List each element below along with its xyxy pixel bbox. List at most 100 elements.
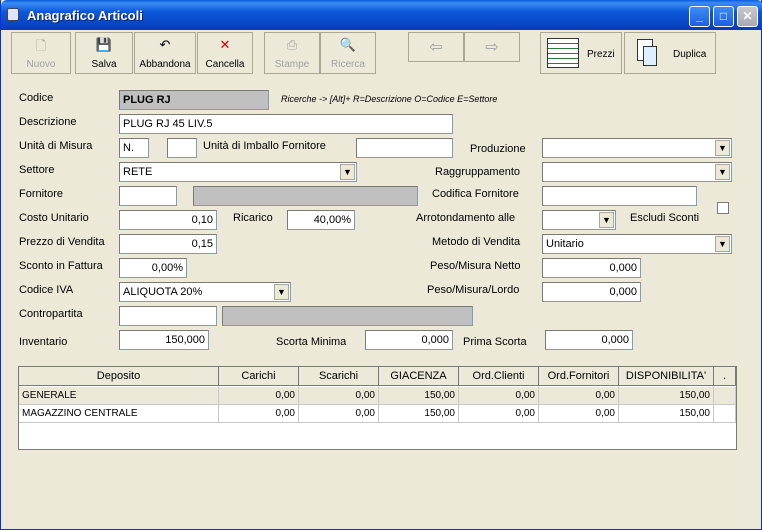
back-button[interactable]: ⇦ — [408, 32, 464, 62]
codice-iva-value: ALIQUOTA 20% — [123, 286, 203, 298]
codice-iva-label: Codice IVA — [19, 284, 74, 296]
table-cell[interactable]: 150,00 — [619, 405, 714, 423]
metodo-vendita-value: Unitario — [546, 238, 584, 250]
stampe-button[interactable]: ⎙ Stampe — [264, 32, 320, 74]
abbandona-button[interactable]: ↶ Abbandona — [134, 32, 196, 74]
table-cell[interactable]: GENERALE — [19, 387, 219, 405]
forward-button[interactable]: ⇨ — [464, 32, 520, 62]
app-icon — [7, 8, 19, 21]
unita-imballo-label: Unità di Imballo Fornitore — [203, 140, 326, 152]
fornitore-code-field[interactable] — [119, 186, 177, 206]
nuovo-button[interactable]: 🗋 Nuovo — [11, 32, 71, 74]
unita-imballo-field[interactable] — [356, 138, 453, 158]
inventario-label: Inventario — [19, 336, 68, 348]
table-cell[interactable]: 150,00 — [379, 387, 459, 405]
escludi-sconti-label: Escludi Sconti — [630, 212, 700, 224]
undo-icon: ↶ — [159, 37, 171, 52]
contropartita-label: Contropartita — [19, 308, 83, 320]
table-cell[interactable]: 0,00 — [299, 387, 379, 405]
peso-netto-field[interactable]: 0,000 — [542, 258, 641, 278]
prezzi-button[interactable]: Prezzi — [540, 32, 622, 74]
column-header[interactable]: Carichi — [219, 367, 299, 386]
column-header[interactable]: Ord.Clienti — [459, 367, 539, 386]
minimize-icon: _ — [696, 9, 703, 23]
unita-misura-field[interactable]: N. — [119, 138, 149, 158]
table-cell[interactable]: 0,00 — [539, 387, 619, 405]
codifica-fornitore-field[interactable] — [542, 186, 697, 206]
chevron-down-icon[interactable]: ▼ — [715, 164, 730, 180]
table-cell[interactable]: 0,00 — [459, 405, 539, 423]
ricerca-label: Ricerca — [331, 59, 365, 70]
chevron-down-icon[interactable]: ▼ — [599, 212, 614, 228]
ricerca-button[interactable]: 🔍 Ricerca — [320, 32, 376, 74]
table-cell[interactable] — [714, 405, 736, 423]
duplicate-icon — [637, 39, 657, 66]
fornitore-name-field — [193, 186, 418, 206]
codice-iva-select[interactable]: ALIQUOTA 20% ▼ — [119, 282, 291, 302]
codice-field[interactable]: PLUG RJ — [119, 90, 269, 110]
table-cell[interactable]: 0,00 — [539, 405, 619, 423]
peso-netto-label: Peso/Misura Netto — [430, 260, 521, 272]
maximize-button[interactable]: □ — [713, 6, 734, 27]
arrotondamento-select[interactable]: ▼ — [542, 210, 616, 230]
inventario-field[interactable]: 150,000 — [119, 330, 209, 350]
window-title: Anagrafico Articoli — [27, 8, 143, 23]
cancella-button[interactable]: ✕ Cancella — [197, 32, 253, 74]
duplica-button[interactable]: Duplica — [624, 32, 716, 74]
prezzo-vendita-label: Prezzo di Vendita — [19, 236, 105, 248]
sconto-fattura-field[interactable]: 0,00% — [119, 258, 187, 278]
codifica-fornitore-label: Codifica Fornitore — [432, 188, 519, 200]
prima-scorta-label: Prima Scorta — [463, 336, 527, 348]
column-header[interactable]: Deposito — [19, 367, 219, 386]
table-cell[interactable]: MAGAZZINO CENTRALE — [19, 405, 219, 423]
prezzi-label: Prezzi — [587, 49, 615, 60]
descrizione-field[interactable]: PLUG RJ 45 LIV.5 — [119, 114, 453, 134]
settore-select[interactable]: RETE ▼ — [119, 162, 357, 182]
table-cell[interactable]: 0,00 — [459, 387, 539, 405]
forward-arrow-icon: ⇨ — [485, 39, 499, 56]
table-cell[interactable] — [714, 387, 736, 405]
table-cell[interactable]: 150,00 — [379, 405, 459, 423]
ricarico-field[interactable]: 40,00% — [287, 210, 355, 230]
delete-icon: ✕ — [219, 37, 231, 52]
table-cell[interactable]: 0,00 — [299, 405, 379, 423]
table-cell[interactable]: 150,00 — [619, 387, 714, 405]
printer-icon: ⎙ — [286, 37, 298, 52]
column-header[interactable]: GIACENZA — [379, 367, 459, 386]
produzione-label: Produzione — [470, 143, 526, 155]
sconto-fattura-label: Sconto in Fattura — [19, 260, 103, 272]
column-header[interactable]: Scarichi — [299, 367, 379, 386]
deposit-table[interactable]: Deposito Carichi Scarichi GIACENZA Ord.C… — [18, 366, 737, 450]
unita-misura-extra-field[interactable] — [167, 138, 197, 158]
peso-lordo-field[interactable]: 0,000 — [542, 282, 641, 302]
search-hint: Ricerche -> [Alt]+ R=Descrizione O=Codic… — [281, 94, 498, 104]
column-header[interactable]: . — [714, 367, 736, 386]
metodo-vendita-select[interactable]: Unitario ▼ — [542, 234, 732, 254]
settore-value: RETE — [123, 166, 153, 178]
prezzo-vendita-field[interactable]: 0,15 — [119, 234, 217, 254]
raggruppamento-select[interactable]: ▼ — [542, 162, 732, 182]
produzione-select[interactable]: ▼ — [542, 138, 732, 158]
minimize-button[interactable]: _ — [689, 6, 710, 27]
duplicate-icon-copy — [643, 46, 657, 66]
column-header[interactable]: DISPONIBILITA' — [619, 367, 714, 386]
peso-lordo-label: Peso/Misura/Lordo — [427, 284, 520, 296]
chevron-down-icon[interactable]: ▼ — [274, 284, 289, 300]
prima-scorta-field[interactable]: 0,000 — [545, 330, 633, 350]
contropartita-code-field[interactable] — [119, 306, 217, 326]
close-button[interactable]: ✕ — [737, 6, 758, 27]
costo-unitario-field[interactable]: 0,10 — [119, 210, 217, 230]
descrizione-label: Descrizione — [19, 116, 77, 128]
table-cell[interactable]: 0,00 — [219, 405, 299, 423]
escludi-sconti-checkbox[interactable] — [717, 202, 729, 214]
chevron-down-icon[interactable]: ▼ — [715, 236, 730, 252]
fornitore-label: Fornitore — [19, 188, 64, 200]
scorta-minima-field[interactable]: 0,000 — [365, 330, 453, 350]
salva-button[interactable]: 💾 Salva — [75, 32, 133, 74]
chevron-down-icon[interactable]: ▼ — [715, 140, 730, 156]
chevron-down-icon[interactable]: ▼ — [340, 164, 355, 180]
price-list-icon — [547, 38, 579, 68]
save-icon: 💾 — [95, 37, 113, 52]
column-header[interactable]: Ord.Fornitori — [539, 367, 619, 386]
table-cell[interactable]: 0,00 — [219, 387, 299, 405]
